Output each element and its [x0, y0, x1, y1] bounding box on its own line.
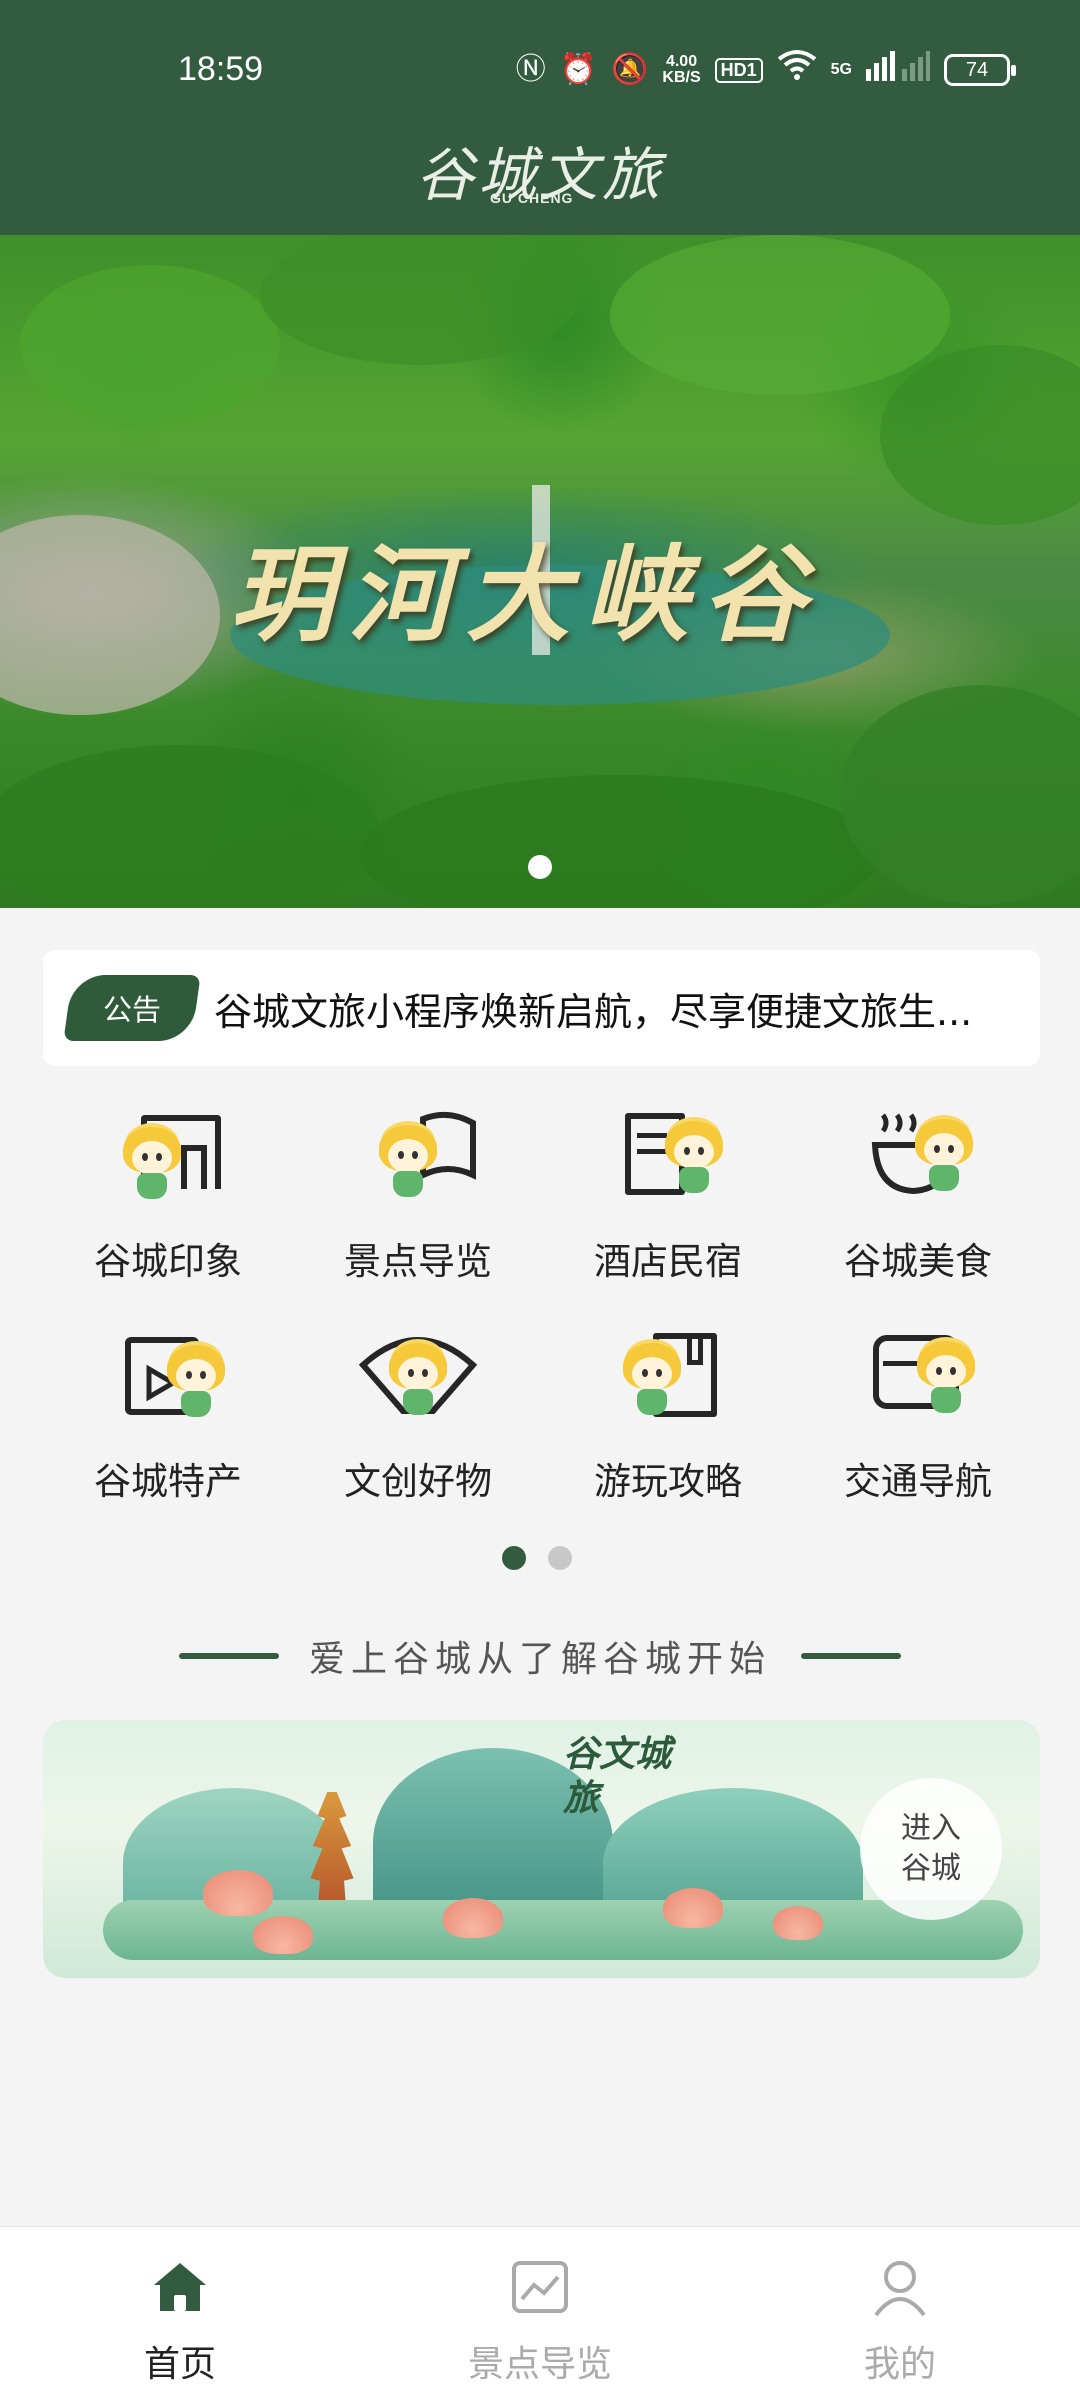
menu-item-specialty[interactable]: 谷城特产	[43, 1325, 293, 1515]
hero-banner[interactable]: 玥河大峡谷	[0, 235, 1080, 908]
tab-mine[interactable]: 我的	[720, 2227, 1080, 2400]
banner-title: 玥河大峡谷	[230, 533, 821, 656]
menu-item-travel-guide[interactable]: 游玩攻略	[543, 1325, 793, 1515]
menu-label: 谷城特产	[94, 1460, 242, 1503]
food-bowl-icon	[853, 1105, 983, 1215]
gate-icon	[103, 1105, 233, 1215]
tab-scenic-guide[interactable]: 景点导览	[360, 2227, 720, 2400]
menu-item-hotel[interactable]: 酒店民宿	[543, 1105, 793, 1295]
section-divider: 爱上谷城从了解谷城开始	[0, 1630, 1080, 1682]
pager-dot[interactable]	[548, 1546, 572, 1570]
divider-line-left	[178, 1653, 279, 1659]
enter-line1: 进入	[901, 1811, 961, 1846]
signal-5g-label: 5G	[830, 61, 852, 78]
menu-label: 文创好物	[344, 1460, 492, 1503]
app-logo: 谷城文旅 GU CHENG	[0, 128, 1080, 212]
banner-indicator-dot	[528, 855, 552, 879]
home-icon	[150, 2257, 210, 2317]
user-icon	[870, 2257, 930, 2317]
wifi-icon	[777, 49, 817, 92]
notice-tag: 公告	[63, 975, 201, 1041]
pager-dot-active[interactable]	[502, 1546, 526, 1570]
menu-label: 游玩攻略	[594, 1460, 742, 1503]
divider-line-right	[801, 1653, 901, 1659]
flag-icon	[353, 1105, 483, 1215]
tab-home[interactable]: 首页	[0, 2227, 360, 2400]
video-bag-icon	[103, 1325, 233, 1435]
menu-item-food[interactable]: 谷城美食	[793, 1105, 1043, 1295]
menu-label: 景点导览	[344, 1240, 492, 1283]
menu-pager	[502, 1546, 572, 1570]
tab-label: 我的	[863, 2344, 936, 2385]
hd-badge: HD1	[714, 57, 763, 83]
notice-text: 谷城文旅小程序焕新启航，尽享便捷文旅生...	[214, 989, 973, 1034]
menu-label: 谷城印象	[94, 1240, 242, 1283]
notice-bar[interactable]: 公告 谷城文旅小程序焕新启航，尽享便捷文旅生...	[43, 950, 1040, 1066]
enter-gucheng-button[interactable]: 进入 谷城	[860, 1778, 1002, 1920]
logo-en: GU CHENG	[490, 190, 574, 206]
menu-item-creative-goods[interactable]: 文创好物	[293, 1325, 543, 1515]
menu-item-impression[interactable]: 谷城印象	[43, 1105, 293, 1295]
net-speed-value: 4.00	[665, 53, 698, 70]
status-icons: Ⓝ ⏰ 🔕 4.00 KB/S HD1 5G 74	[515, 49, 1016, 92]
bus-icon	[853, 1325, 983, 1435]
enter-line2: 谷城	[901, 1851, 961, 1886]
tab-label: 景点导览	[467, 2344, 612, 2385]
net-speed: 4.00 KB/S	[662, 54, 700, 86]
menu-label: 谷城美食	[844, 1240, 992, 1283]
hotel-icon	[603, 1105, 733, 1215]
menu-item-transport[interactable]: 交通导航	[793, 1325, 1043, 1515]
picture-icon	[510, 2257, 570, 2317]
nfc-icon: Ⓝ	[515, 53, 546, 86]
status-time: 18:59	[178, 50, 264, 88]
menu-grid: 谷城印象 景点导览 酒店民宿 谷城美食 谷城特产 文创好物 游玩攻略 交通导航	[43, 1105, 1043, 1515]
top-bar: 18:59 Ⓝ ⏰ 🔕 4.00 KB/S HD1 5G 74 谷城文旅 GU …	[0, 0, 1080, 235]
tab-label: 首页	[143, 2344, 216, 2385]
battery-icon: 74	[944, 54, 1016, 86]
net-speed-unit: KB/S	[662, 69, 701, 86]
menu-item-scenic-guide[interactable]: 景点导览	[293, 1105, 543, 1295]
fan-icon	[353, 1325, 483, 1435]
promo-brand: 谷文城旅	[563, 1733, 672, 1819]
book-icon	[603, 1325, 733, 1435]
alarm-icon: ⏰	[559, 53, 598, 86]
signal-icon	[866, 49, 930, 92]
notice-tag-label: 公告	[102, 993, 161, 1027]
menu-label: 酒店民宿	[594, 1240, 742, 1283]
mute-icon: 🔕	[611, 53, 649, 86]
status-bar: 18:59 Ⓝ ⏰ 🔕 4.00 KB/S HD1 5G 74	[0, 0, 1080, 140]
menu-label: 交通导航	[844, 1460, 992, 1503]
bottom-tab-bar: 首页 景点导览 我的	[0, 2226, 1080, 2400]
promo-card[interactable]: 谷文城旅 进入 谷城	[43, 1720, 1040, 1978]
section-slogan: 爱上谷城从了解谷城开始	[308, 1639, 771, 1680]
